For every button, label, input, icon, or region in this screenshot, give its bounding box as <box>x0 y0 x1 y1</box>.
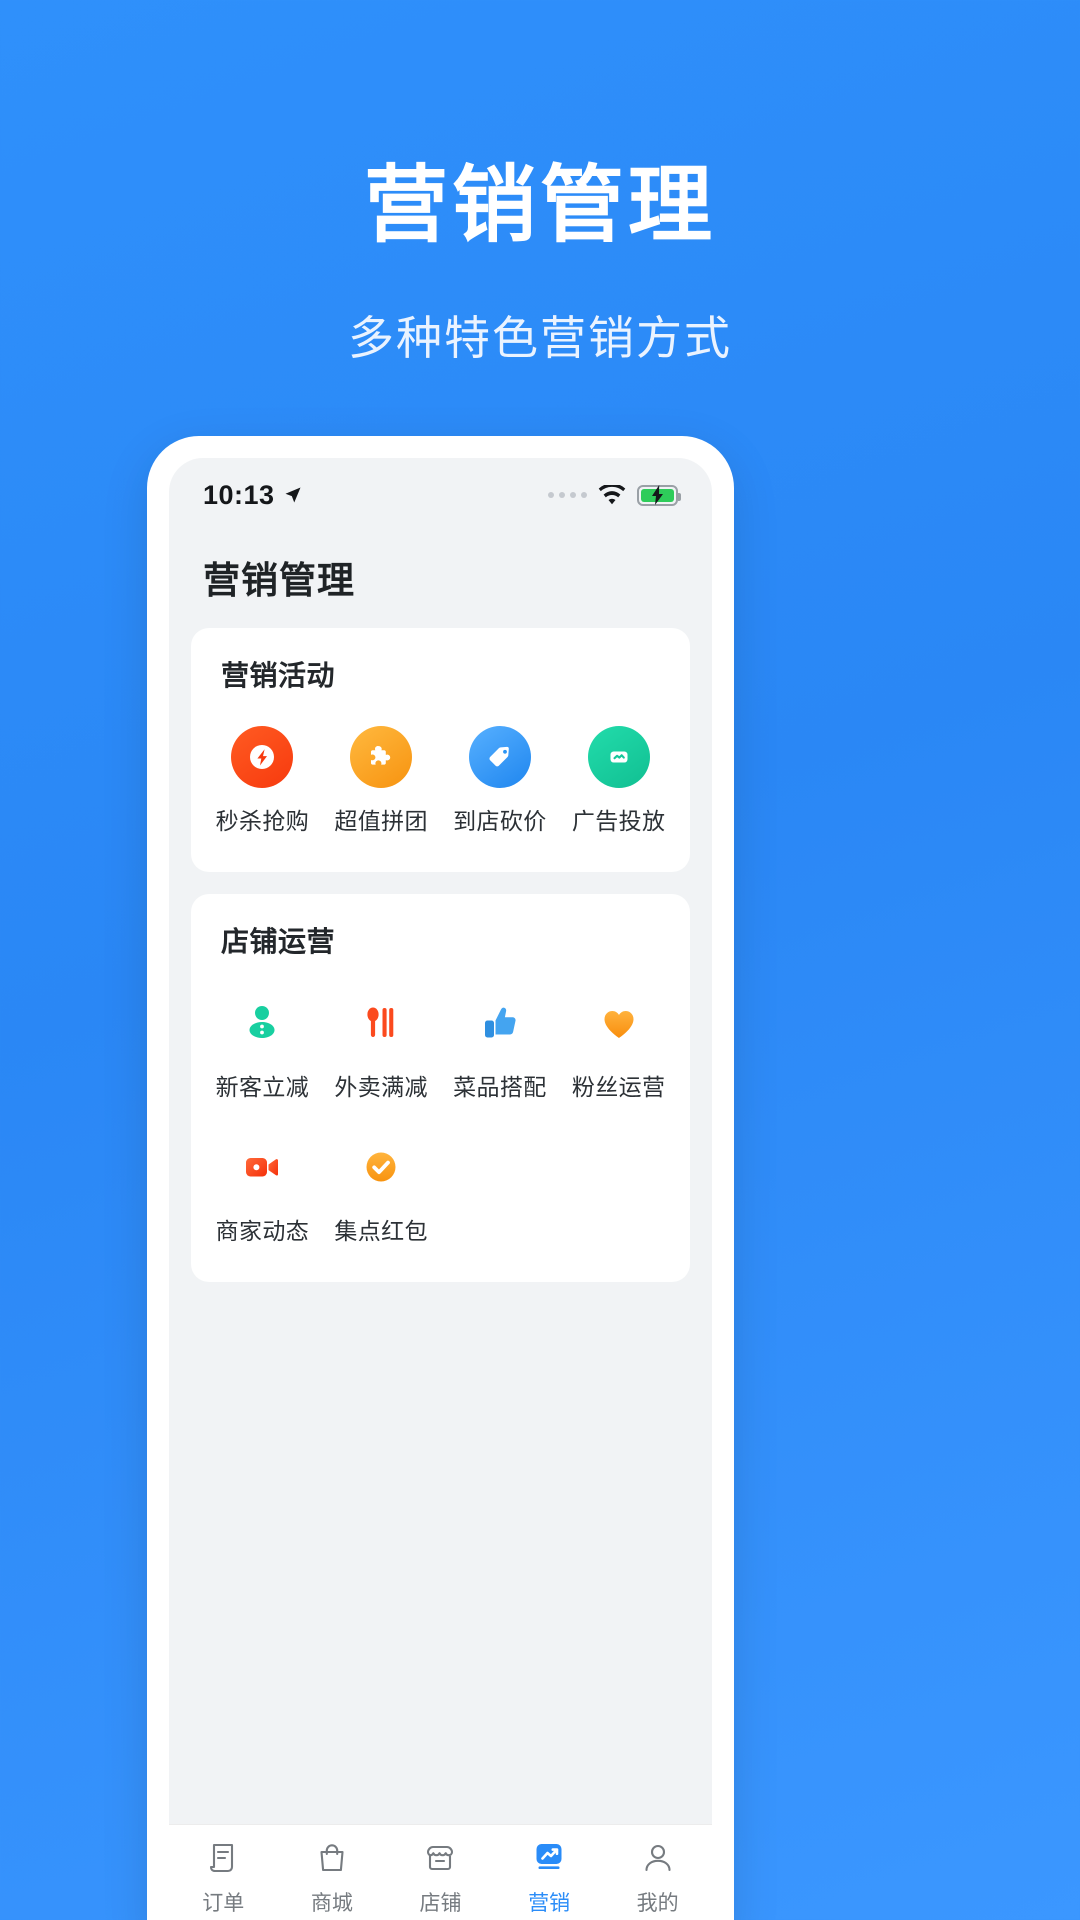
grid-item-fans-operation[interactable]: 粉丝运营 <box>559 986 678 1108</box>
grid-item-placeholder-b <box>559 1130 678 1252</box>
marketing-trend-icon <box>528 1837 570 1879</box>
profile-person-icon <box>637 1837 679 1879</box>
status-time: 10:13 <box>203 479 275 510</box>
grid-item-label: 新客立减 <box>215 1074 310 1100</box>
bottom-tab-bar: 订单 商城 店铺 营销 我的 <box>169 1824 712 1920</box>
grid-item-flash-sale[interactable]: 秒杀抢购 <box>203 720 322 842</box>
tab-label: 营销 <box>528 1892 571 1915</box>
tab-orders[interactable]: 订单 <box>169 1837 278 1917</box>
grid-item-merchant-news[interactable]: 商家动态 <box>203 1130 322 1252</box>
grid-item-takeout-discount[interactable]: 外卖满减 <box>322 986 441 1108</box>
card-title: 营销活动 <box>221 660 336 691</box>
points-redpacket-check-icon <box>350 1136 412 1198</box>
grid-item-group-buy[interactable]: 超值拼团 <box>322 720 441 842</box>
wifi-icon <box>598 484 626 504</box>
grid-item-label: 广告投放 <box>571 808 666 834</box>
tab-label: 我的 <box>636 1892 679 1915</box>
shop-bag-icon <box>311 1837 353 1879</box>
takeout-cutlery-icon <box>350 992 412 1054</box>
grid-item-dish-pairing[interactable]: 菜品搭配 <box>441 986 560 1108</box>
card-title: 店铺运营 <box>221 926 336 957</box>
grid-item-label: 菜品搭配 <box>453 1074 547 1100</box>
grid-item-label: 秒杀抢购 <box>215 808 310 834</box>
tab-store[interactable]: 店铺 <box>386 1837 495 1917</box>
grid-item-label: 外卖满减 <box>334 1074 428 1100</box>
status-bar: 10:13 <box>169 458 712 524</box>
card-store-operations: 店铺运营 新客立减 外卖满减 菜品搭配 粉丝运营 商家动态 集点红包 <box>191 894 690 1282</box>
grid-item-new-customer[interactable]: 新客立减 <box>203 986 322 1108</box>
grid-item-advertising[interactable]: 广告投放 <box>559 720 678 842</box>
tab-label: 订单 <box>202 1892 245 1915</box>
icon-grid-marketing: 秒杀抢购 超值拼团 到店砍价 广告投放 <box>203 720 678 842</box>
tab-label: 店铺 <box>419 1892 462 1915</box>
icon-grid-operations: 新客立减 外卖满减 菜品搭配 粉丝运营 商家动态 集点红包 <box>203 986 678 1252</box>
promo-subtitle: 多种特色营销方式 <box>348 312 732 365</box>
card-marketing-activities: 营销活动 秒杀抢购 超值拼团 到店砍价 广告投放 <box>191 628 690 872</box>
dish-thumbs-up-icon <box>469 992 531 1054</box>
content-area: 营销活动 秒杀抢购 超值拼团 到店砍价 广告投放 店铺运营 新客立减 外卖满减 … <box>169 628 712 1824</box>
group-buy-puzzle-icon <box>350 726 413 788</box>
tab-mall[interactable]: 商城 <box>278 1837 387 1917</box>
merchant-video-icon <box>231 1136 293 1198</box>
grid-item-label: 到店砍价 <box>453 808 547 834</box>
grid-item-placeholder-a <box>441 1130 560 1252</box>
ad-broadcast-icon <box>587 726 650 788</box>
phone-mockup: 10:13 营销管理 营销活动 秒杀抢购 超值拼团 到店砍价 广告投放 店铺运营… <box>147 436 734 1920</box>
grid-item-label: 超值拼团 <box>334 808 428 834</box>
tab-profile[interactable]: 我的 <box>603 1837 712 1917</box>
battery-charging-icon <box>637 484 681 506</box>
fans-heart-icon <box>588 992 650 1054</box>
grid-item-bargain[interactable]: 到店砍价 <box>441 720 560 842</box>
status-bar-right <box>548 484 681 506</box>
bolt-icon <box>651 485 663 505</box>
order-receipt-icon <box>202 1837 244 1879</box>
grid-item-label: 集点红包 <box>334 1218 428 1244</box>
tab-marketing[interactable]: 营销 <box>495 1837 604 1917</box>
location-arrow-icon <box>285 487 301 503</box>
page-title: 营销管理 <box>203 560 355 601</box>
phone-screen: 10:13 营销管理 营销活动 秒杀抢购 超值拼团 到店砍价 广告投放 店铺运营… <box>169 458 712 1920</box>
bargain-tag-icon <box>468 726 531 788</box>
status-bar-left: 10:13 <box>203 480 303 511</box>
promo-header: 营销管理 多种特色营销方式 <box>0 0 1080 368</box>
store-front-icon <box>419 1837 461 1879</box>
signal-dots-icon <box>548 492 587 498</box>
tab-label: 商城 <box>310 1892 353 1915</box>
grid-item-label: 商家动态 <box>215 1218 310 1244</box>
new-customer-person-icon <box>231 992 293 1054</box>
grid-item-points-redpacket[interactable]: 集点红包 <box>322 1130 441 1252</box>
flash-sale-icon <box>231 726 294 788</box>
promo-title: 营销管理 <box>363 158 716 252</box>
grid-item-label: 粉丝运营 <box>571 1074 666 1100</box>
